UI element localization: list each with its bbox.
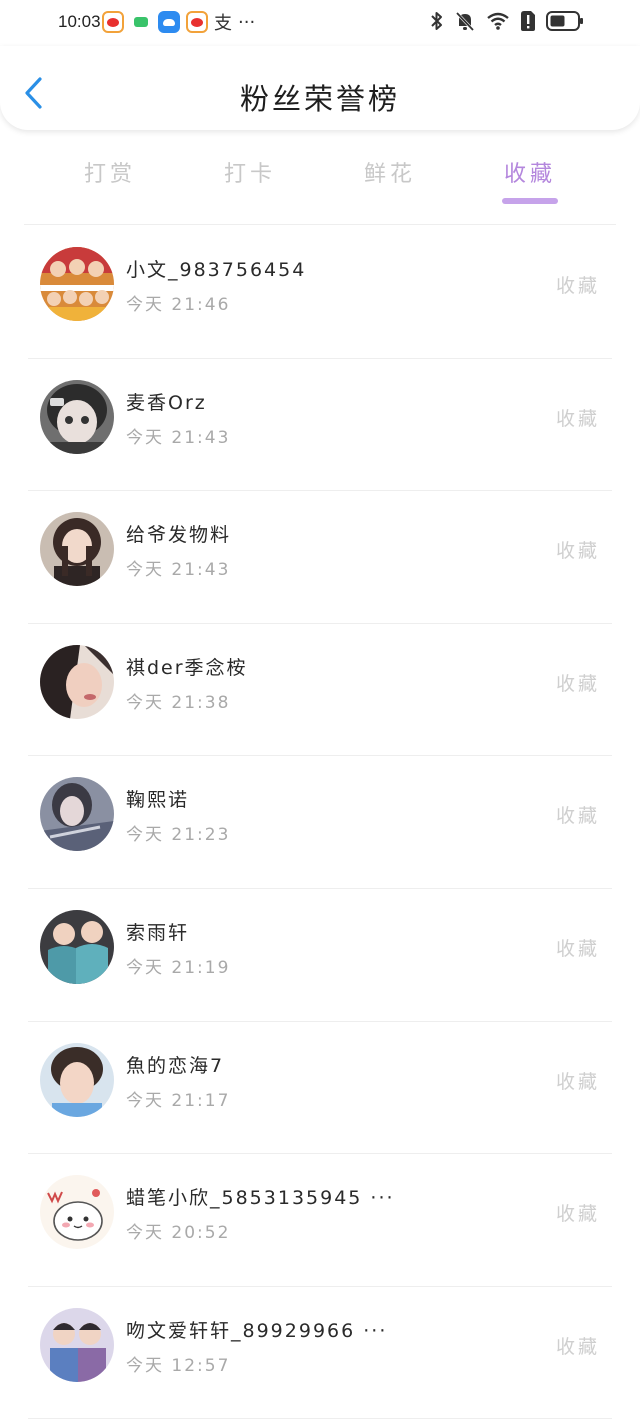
divider <box>24 224 616 225</box>
header: 粉丝荣誉榜 <box>0 46 640 130</box>
timestamp: 今天 21:17 <box>126 1090 231 1111</box>
action-label: 收藏 <box>555 275 600 297</box>
avatar[interactable] <box>40 512 114 587</box>
cloud-icon <box>158 11 180 33</box>
notification-icons: 支 ··· <box>102 11 256 34</box>
tab-bar: 打赏 打卡 鲜花 收藏 <box>40 150 600 206</box>
system-icons <box>430 10 584 32</box>
avatar[interactable] <box>40 909 114 984</box>
list-item[interactable]: 蜡笔小欣_5853135945 ··· 今天 20:52 收藏 <box>28 1154 612 1287</box>
status-time: 10:03 <box>58 12 101 31</box>
user-name: 给爷发物料 <box>126 524 232 547</box>
action-label: 收藏 <box>555 805 600 828</box>
user-name: 鞠熙诺 <box>126 789 190 812</box>
list-item[interactable]: 祺der季念桉 今天 21:38 收藏 <box>28 624 612 757</box>
action-label: 收藏 <box>555 540 600 563</box>
user-name: 吻文爱轩轩_89929966 ··· <box>126 1319 388 1342</box>
avatar[interactable] <box>40 1175 114 1250</box>
status-bar: 10:03 支 ··· <box>0 0 640 46</box>
timestamp: 今天 21:38 <box>126 692 231 713</box>
tab-label: 收藏 <box>503 162 556 187</box>
page-title: 粉丝荣誉榜 <box>239 82 400 116</box>
weibo-icon <box>186 11 208 33</box>
wifi-icon <box>487 12 509 30</box>
tab-label: 打卡 <box>223 162 276 187</box>
timestamp: 今天 12:57 <box>126 1355 231 1376</box>
chat-icon <box>130 11 152 33</box>
alipay-text-icon: 支 <box>214 13 232 34</box>
timestamp: 今天 21:43 <box>126 427 231 448</box>
avatar[interactable] <box>40 1307 114 1382</box>
action-label: 收藏 <box>555 1335 600 1358</box>
timestamp: 今天 21:23 <box>126 825 231 846</box>
tab-favorites[interactable]: 收藏 <box>460 150 600 206</box>
list-item[interactable]: 鞠熙诺 今天 21:23 收藏 <box>28 756 612 889</box>
action-label: 收藏 <box>555 672 600 695</box>
user-name: 小文_983756454 <box>126 259 307 281</box>
bluetooth-icon <box>431 12 442 30</box>
action-label: 收藏 <box>555 1070 600 1093</box>
avatar[interactable] <box>40 379 114 454</box>
weibo-icon <box>102 11 124 33</box>
sim-alert-icon <box>521 11 535 31</box>
tab-reward[interactable]: 打赏 <box>40 150 180 206</box>
timestamp: 今天 21:46 <box>126 295 231 315</box>
list-item[interactable]: 吻文爱轩轩_89929966 ··· 今天 12:57 收藏 <box>28 1287 612 1420</box>
action-label: 收藏 <box>555 1203 600 1226</box>
timestamp: 今天 21:43 <box>126 560 231 581</box>
action-label: 收藏 <box>555 407 600 430</box>
tab-label: 打赏 <box>83 162 136 187</box>
tab-label: 鲜花 <box>363 162 416 187</box>
list-item[interactable]: 索雨轩 今天 21:19 收藏 <box>28 889 612 1022</box>
user-name: 蜡笔小欣_5853135945 ··· <box>126 1187 395 1210</box>
avatar[interactable] <box>40 777 114 852</box>
battery-icon <box>546 11 583 31</box>
list-item[interactable]: 魚的恋海7 今天 21:17 收藏 <box>28 1022 612 1155</box>
list-item[interactable]: 给爷发物料 今天 21:43 收藏 <box>28 491 612 624</box>
user-name: 祺der季念桉 <box>126 656 248 679</box>
action-label: 收藏 <box>555 937 600 960</box>
user-name: 魚的恋海7 <box>126 1054 225 1077</box>
user-name: 索雨轩 <box>126 921 190 944</box>
list-item[interactable]: 小文_983756454 今天 21:46 收藏 <box>28 226 612 359</box>
mute-bell-icon <box>455 11 475 32</box>
active-tab-indicator <box>502 198 558 204</box>
tab-flowers[interactable]: 鲜花 <box>320 150 460 206</box>
list-item[interactable]: 麦香Orz 今天 21:43 收藏 <box>28 359 612 492</box>
tab-checkin[interactable]: 打卡 <box>180 150 320 206</box>
fan-list: 小文_983756454 今天 21:46 收藏 麦香Orz 今天 21:43 … <box>0 226 640 1420</box>
avatar[interactable] <box>40 644 114 719</box>
timestamp: 今天 20:52 <box>126 1223 231 1244</box>
timestamp: 今天 21:19 <box>126 957 231 978</box>
avatar[interactable] <box>40 247 114 321</box>
more-notifications-icon: ··· <box>238 11 256 33</box>
user-name: 麦香Orz <box>126 391 207 414</box>
avatar[interactable] <box>40 1042 114 1117</box>
